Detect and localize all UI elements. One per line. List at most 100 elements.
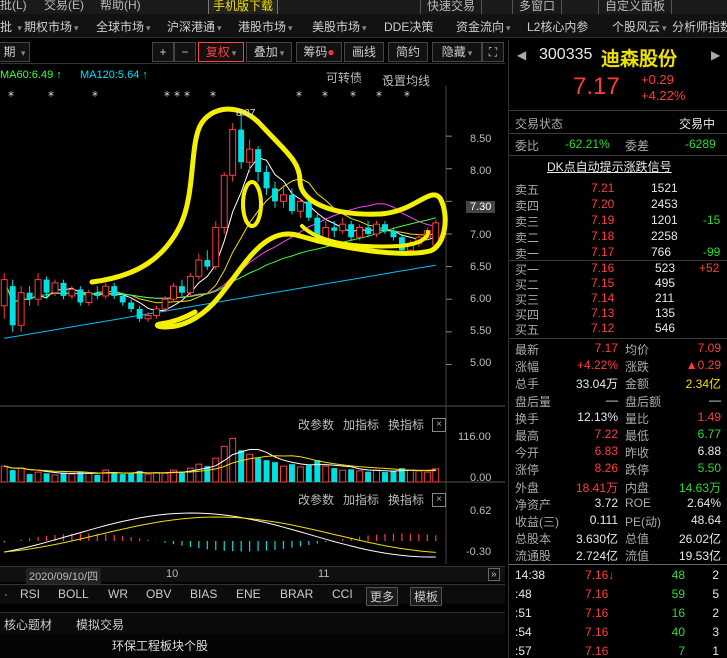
price-tick: 5.50 <box>470 325 492 337</box>
sub1-axis-top: 116.00 <box>458 431 491 443</box>
candle-body <box>331 227 338 231</box>
price-change-pct: +4.22% <box>641 88 686 103</box>
next-stock-icon[interactable]: ▶ <box>711 48 720 62</box>
candle-body <box>186 275 194 294</box>
menu-hk-stocks[interactable]: 港股市场 ▾ <box>238 18 293 35</box>
tab-ene[interactable]: ENE <box>236 587 261 601</box>
volume-bar <box>288 464 295 482</box>
volume-bar <box>220 445 228 483</box>
stat-label: 流值 <box>625 549 650 564</box>
sim-trade-tab[interactable]: 模拟交易 <box>76 616 124 633</box>
prev-stock-icon[interactable]: ◀ <box>517 48 526 62</box>
bid-price: 7.15 <box>591 276 615 290</box>
tab-wr[interactable]: WR <box>108 587 128 601</box>
sub1-add-indicator-button[interactable]: 加指标 <box>343 416 379 433</box>
expand-icon[interactable]: ⛶ <box>482 42 504 62</box>
tab-arrow-icon[interactable]: · <box>4 587 8 601</box>
tab-more[interactable]: 更多 <box>366 587 399 606</box>
core-topic-tab[interactable]: 核心题材 <box>4 616 52 633</box>
stat-value: 7.17 <box>594 341 618 355</box>
event-star-icon: * <box>350 89 356 103</box>
stat-value: 12.13% <box>577 409 618 424</box>
volume-bar <box>280 465 287 483</box>
sub2-params-button[interactable]: 改参数 <box>298 491 334 508</box>
stat-value: 2.34亿 <box>685 377 721 392</box>
stat-value: 6.77 <box>697 427 721 441</box>
menu-l2[interactable]: L2核心内参 <box>527 18 588 35</box>
stat-value: 7.09 <box>697 341 721 355</box>
top-menu-item[interactable]: 交易(E) <box>44 0 84 13</box>
sector-panel: 环保工程板块个股 <box>0 634 505 658</box>
event-star-icon: * <box>322 89 328 103</box>
sub1-switch-indicator-button[interactable]: 换指标 <box>388 416 424 433</box>
top-menu-item[interactable]: 批(L) <box>0 0 27 13</box>
sub2-add-indicator-button[interactable]: 加指标 <box>343 491 379 508</box>
draw-line-button[interactable]: 画线 <box>344 42 384 62</box>
volume-bar <box>390 470 397 482</box>
dk-signal-link[interactable]: DK点自动提示涨跌信号 <box>547 158 672 175</box>
top-menu-item[interactable]: 帮助(H) <box>100 0 141 13</box>
multi-window-button[interactable]: 多窗口 <box>512 0 563 14</box>
volume-bar <box>119 474 126 482</box>
scroll-right-icon[interactable]: » <box>488 568 500 581</box>
menu-global-market[interactable]: 全球市场 ▾ <box>96 18 151 35</box>
menu-stock-news[interactable]: 个股风云 ▾ <box>612 18 667 35</box>
weibi-label: 委比 <box>515 139 540 153</box>
date-tick-nov: 11 <box>318 568 330 580</box>
tab-template[interactable]: 模板 <box>410 587 443 606</box>
hide-button[interactable]: 隐藏 ▾ <box>432 42 482 62</box>
tab-boll[interactable]: BOLL <box>58 587 89 601</box>
candle-body <box>34 279 42 300</box>
sub2-switch-indicator-button[interactable]: 换指标 <box>388 491 424 508</box>
sub1-close-icon[interactable]: × <box>432 418 446 432</box>
tab-brar[interactable]: BRAR <box>280 587 313 601</box>
volume-bar <box>212 457 220 483</box>
tab-obv[interactable]: OBV <box>146 587 171 601</box>
volume-bar <box>238 450 245 482</box>
zoom-out-button[interactable]: − <box>174 42 196 62</box>
convertible-bond-link[interactable]: 可转债 <box>326 69 362 86</box>
period-select[interactable]: 期 ▾ <box>0 42 30 62</box>
candle-body <box>204 260 211 267</box>
event-star-icon: * <box>210 89 216 103</box>
simple-mode-button[interactable]: 简约 <box>388 42 428 62</box>
overlay-button[interactable]: 叠加 ▾ <box>246 42 292 62</box>
tick-price: 7.16 <box>585 625 609 639</box>
menu-dde[interactable]: DDE决策 <box>384 18 433 35</box>
candle-body <box>136 308 143 319</box>
fuquan-button[interactable]: 复权 ▾ <box>198 42 244 62</box>
mobile-download-button[interactable]: 手机版下载 <box>208 0 279 14</box>
weibi-value: -62.21% <box>565 137 610 151</box>
menu-analyst-index[interactable]: 分析师指数 <box>672 18 727 35</box>
volume-bar <box>331 468 338 482</box>
tab-rsi[interactable]: RSI <box>20 587 40 601</box>
candle-body <box>296 200 304 212</box>
candle-body <box>212 226 220 268</box>
candle-body <box>51 282 59 294</box>
candle-body <box>170 285 177 300</box>
quick-trade-button[interactable]: 快速交易 <box>420 0 483 14</box>
kline-chart[interactable]: * * * * * * * * * * * * 8.50 8.00 7.00 6.50 6.00 5.… <box>0 86 505 564</box>
tick-time: :57 <box>515 644 532 658</box>
zoom-in-button[interactable]: + <box>152 42 174 62</box>
menu-options-market[interactable]: 期权市场 ▾ <box>24 18 79 35</box>
volume-bar <box>348 469 355 482</box>
ask-volume: 766 <box>651 245 672 259</box>
sub1-params-button[interactable]: 改参数 <box>298 416 334 433</box>
volume-bar <box>373 469 381 483</box>
menu-hk-connect[interactable]: 沪深港通 ▾ <box>167 18 222 35</box>
volume-bar <box>382 472 388 482</box>
menu-fund-flow[interactable]: 资金流向 ▾ <box>456 18 511 35</box>
menu-cut-left[interactable]: 批 ▾ <box>0 18 22 35</box>
tab-bias[interactable]: BIAS <box>190 587 217 601</box>
price-tick: 6.00 <box>470 293 492 305</box>
candle-body <box>195 259 203 277</box>
menu-us-stocks[interactable]: 美股市场 ▾ <box>312 18 367 35</box>
custom-panel-button[interactable]: 自定义面板 <box>598 0 673 14</box>
tab-cci[interactable]: CCI <box>332 587 353 601</box>
event-star-icon: * <box>48 89 54 103</box>
chip-button[interactable]: 筹码● <box>296 42 342 62</box>
sub2-close-icon[interactable]: × <box>432 493 446 507</box>
event-star-icon: * <box>174 89 180 103</box>
price-tick: 8.50 <box>470 133 492 145</box>
